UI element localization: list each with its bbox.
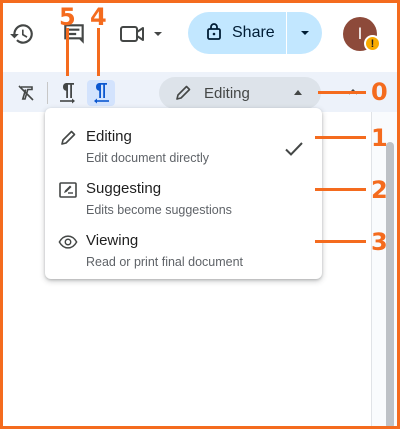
menu-item-title: Viewing bbox=[86, 232, 139, 249]
menu-item-title: Editing bbox=[86, 128, 132, 145]
annotation-line-5 bbox=[66, 28, 69, 76]
caret-up-icon bbox=[294, 90, 302, 95]
caret-down-icon bbox=[300, 31, 309, 35]
menu-item-title: Suggesting bbox=[86, 180, 162, 197]
toolbar-divider bbox=[47, 82, 48, 104]
share-options-button[interactable] bbox=[287, 12, 322, 54]
suggest-edit-icon bbox=[58, 180, 78, 200]
share-label: Share bbox=[232, 24, 275, 41]
menu-item-suggesting[interactable]: Suggesting Edits become suggestions bbox=[45, 170, 322, 222]
lock-icon bbox=[206, 22, 222, 45]
annotation-number-0: 0 bbox=[371, 78, 388, 106]
history-icon[interactable] bbox=[8, 20, 36, 48]
editing-mode-button[interactable]: Editing bbox=[159, 77, 321, 109]
annotation-number-3: 3 bbox=[371, 228, 388, 256]
annotation-line-3 bbox=[315, 240, 366, 243]
annotation-number-4: 4 bbox=[90, 3, 107, 31]
annotation-line-4 bbox=[97, 28, 100, 76]
warning-badge-icon: ! bbox=[364, 35, 381, 52]
menu-item-viewing[interactable]: Viewing Read or print final document bbox=[45, 222, 322, 274]
mode-label: Editing bbox=[204, 85, 250, 102]
eye-icon bbox=[58, 232, 78, 252]
annotation-line-1 bbox=[315, 136, 366, 139]
menu-item-description: Edit document directly bbox=[86, 151, 209, 165]
annotation-number-5: 5 bbox=[59, 3, 76, 31]
menu-item-editing[interactable]: Editing Edit document directly bbox=[45, 118, 322, 170]
mode-dropdown-menu: Editing Edit document directly Suggestin… bbox=[45, 108, 322, 279]
pencil-icon bbox=[58, 128, 78, 148]
menu-item-description: Read or print final document bbox=[86, 255, 244, 269]
annotation-line-0 bbox=[318, 91, 366, 94]
ltr-text-direction-icon[interactable] bbox=[55, 80, 81, 106]
annotation-number-1: 1 bbox=[371, 124, 388, 152]
annotation-line-2 bbox=[315, 188, 366, 191]
clear-formatting-icon[interactable] bbox=[14, 82, 38, 104]
share-button[interactable]: Share bbox=[188, 12, 322, 54]
checkmark-icon bbox=[283, 138, 305, 160]
rtl-text-direction-icon[interactable] bbox=[87, 80, 115, 106]
share-main[interactable]: Share bbox=[188, 12, 286, 54]
chevron-down-icon[interactable] bbox=[150, 26, 166, 42]
menu-item-description: Edits become suggestions bbox=[86, 203, 232, 217]
meet-icon[interactable] bbox=[118, 20, 148, 48]
pencil-icon bbox=[174, 84, 192, 102]
annotation-number-2: 2 bbox=[371, 176, 388, 204]
